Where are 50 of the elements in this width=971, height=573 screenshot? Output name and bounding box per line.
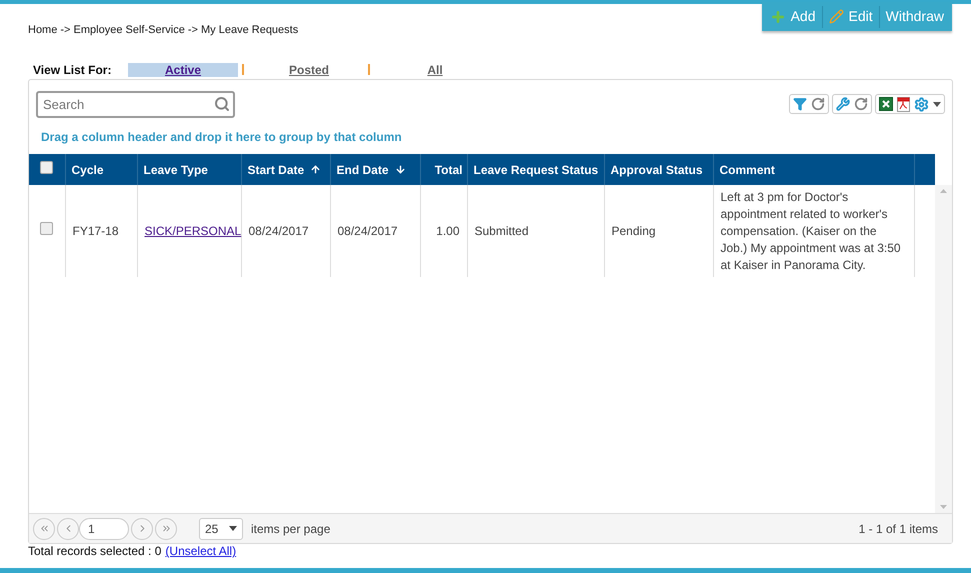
page-size-label: items per page bbox=[251, 520, 330, 538]
table-cell-text: Left at 3 pm for Doctor's appointment related to worker's compensation. (Kaiser on the Job.) My appointment was at 3:50 at Kaiser in Panorama City. bbox=[720, 188, 902, 274]
page-size-dropdown[interactable]: 25 bbox=[199, 518, 243, 540]
dropdown-caret-icon[interactable] bbox=[933, 102, 941, 106]
page-field[interactable]: 1 bbox=[79, 518, 129, 540]
column-header[interactable]: Leave Type bbox=[137, 154, 241, 185]
last-page-icon bbox=[160, 523, 172, 534]
selected-count: Total records selected : 0 bbox=[28, 544, 162, 558]
view-tab[interactable]: Posted bbox=[254, 62, 364, 76]
last-page-button[interactable] bbox=[155, 518, 177, 540]
table-cell-text: 08/24/2017 bbox=[248, 222, 310, 240]
caret-icon bbox=[229, 526, 237, 531]
column-header[interactable]: Cycle bbox=[65, 154, 137, 185]
group-hint: Drag a column header and drop it here to group by that column bbox=[41, 129, 403, 146]
pdf-document-icon[interactable] bbox=[897, 96, 910, 112]
leave-type-link[interactable]: SICK/PERSONAL bbox=[144, 224, 242, 238]
pencil-icon bbox=[828, 9, 844, 24]
table-cell-text: 08/24/2017 bbox=[338, 222, 399, 240]
view-tab[interactable]: Active bbox=[128, 62, 238, 76]
breadcrumb: Home -> Employee Self-Service -> My Leave Requests bbox=[28, 23, 300, 38]
settings-icon[interactable] bbox=[914, 96, 929, 112]
refresh-icon[interactable] bbox=[854, 97, 868, 111]
view-tab[interactable]: All bbox=[380, 62, 490, 76]
table-cell-text: FY17-18 bbox=[72, 222, 120, 240]
scroll-down-icon[interactable] bbox=[940, 505, 947, 509]
unselect-all-link[interactable]: (Unselect All) bbox=[165, 544, 236, 558]
scrollbar[interactable] bbox=[935, 185, 952, 513]
view-list-label: View List For: bbox=[33, 62, 112, 78]
plus-icon bbox=[770, 8, 786, 24]
column-header[interactable]: Start Date bbox=[241, 154, 330, 185]
first-page-icon bbox=[38, 523, 50, 534]
scroll-up-icon[interactable] bbox=[940, 189, 947, 193]
table-cell-text: Submitted bbox=[474, 222, 530, 240]
search-icon bbox=[214, 96, 230, 112]
select-all-checkbox[interactable] bbox=[40, 160, 54, 174]
row-checkbox[interactable] bbox=[40, 222, 54, 235]
spreadsheet-icon[interactable] bbox=[879, 97, 893, 111]
column-header[interactable]: Leave Request Status bbox=[467, 154, 604, 185]
first-page-button[interactable] bbox=[33, 518, 55, 540]
table-cell-text: 1.00 bbox=[435, 222, 460, 240]
refresh-icon[interactable] bbox=[811, 97, 825, 111]
wrench-icon[interactable] bbox=[836, 97, 850, 111]
filter-icon[interactable] bbox=[793, 97, 807, 111]
search-field[interactable]: Search bbox=[36, 91, 235, 118]
column-header[interactable]: End Date bbox=[330, 154, 420, 185]
table-cell-text: Pending bbox=[612, 222, 657, 240]
column-header[interactable]: Total bbox=[420, 154, 467, 185]
pager-summary: 1 - 1 of 1 items bbox=[858, 520, 938, 538]
column-header[interactable]: Approval Status bbox=[604, 154, 713, 185]
column-header[interactable]: Comment bbox=[713, 154, 914, 185]
